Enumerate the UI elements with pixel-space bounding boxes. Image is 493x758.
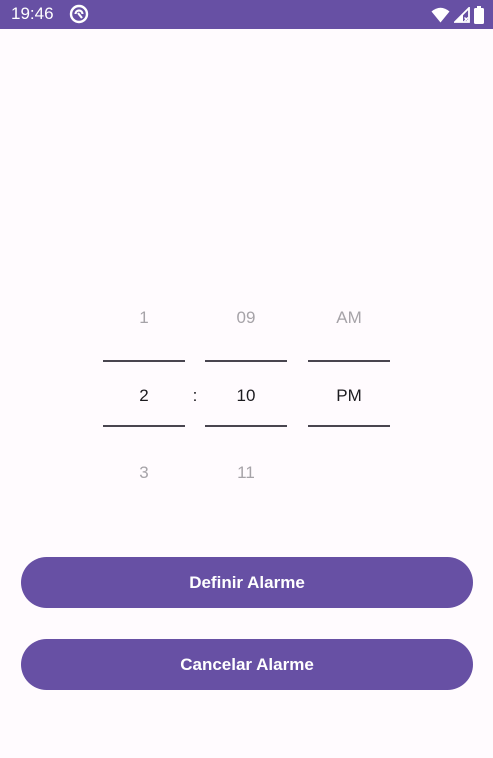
period-divider-top bbox=[308, 360, 390, 362]
minute-previous[interactable]: 09 bbox=[205, 306, 287, 330]
period-previous[interactable]: AM bbox=[308, 306, 390, 330]
cancel-alarm-button[interactable]: Cancelar Alarme bbox=[21, 639, 473, 690]
hour-selected[interactable]: 2 bbox=[103, 384, 185, 408]
hour-previous[interactable]: 1 bbox=[103, 306, 185, 330]
set-alarm-button[interactable]: Definir Alarme bbox=[21, 557, 473, 608]
hour-divider-bottom bbox=[103, 425, 185, 427]
minute-next[interactable]: 11 bbox=[205, 461, 287, 485]
time-separator: : bbox=[192, 386, 198, 405]
minute-divider-top bbox=[205, 360, 287, 362]
minute-divider-bottom bbox=[205, 425, 287, 427]
minute-selected[interactable]: 10 bbox=[205, 384, 287, 408]
period-selected[interactable]: PM bbox=[308, 384, 390, 408]
hour-divider-top bbox=[103, 360, 185, 362]
period-divider-bottom bbox=[308, 425, 390, 427]
hour-next[interactable]: 3 bbox=[103, 461, 185, 485]
